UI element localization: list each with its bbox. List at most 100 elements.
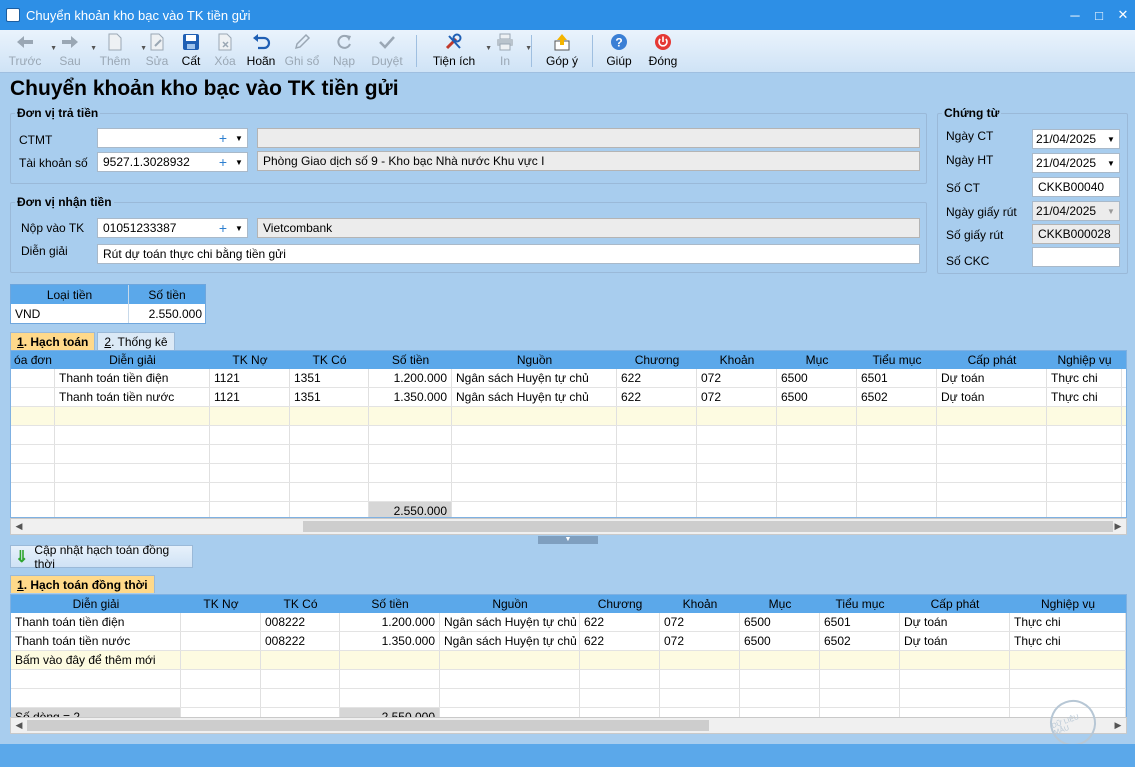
table-cell[interactable]: 6500 bbox=[777, 369, 857, 387]
table-cell[interactable] bbox=[617, 483, 697, 501]
table-cell[interactable]: 6500 bbox=[777, 388, 857, 406]
table-cell[interactable] bbox=[210, 445, 290, 463]
table-cell[interactable]: Thực chi bbox=[1010, 632, 1126, 650]
table-cell[interactable] bbox=[777, 483, 857, 501]
table-cell[interactable]: Thực chi bbox=[1010, 613, 1126, 631]
table-cell[interactable]: 1.200.000 bbox=[369, 369, 452, 387]
table-cell[interactable] bbox=[452, 445, 617, 463]
table-cell[interactable]: 072 bbox=[660, 613, 740, 631]
column-header[interactable]: Mục bbox=[777, 351, 857, 369]
table-cell[interactable] bbox=[290, 426, 369, 444]
scroll-thumb[interactable] bbox=[27, 720, 709, 731]
maximize-icon[interactable]: □ bbox=[1087, 5, 1111, 25]
tab-concurrent-accounting[interactable]: 1. Hạch toán đồng thời bbox=[10, 575, 155, 593]
column-header[interactable]: Cấp phát bbox=[937, 351, 1047, 369]
empty-row[interactable] bbox=[11, 689, 1126, 708]
table-cell[interactable] bbox=[261, 670, 340, 688]
chevron-down-icon[interactable]: ▼ bbox=[1103, 159, 1119, 168]
table-cell[interactable]: Thanh toán tiền điện bbox=[55, 369, 210, 387]
table-cell[interactable]: Dự toán bbox=[900, 632, 1010, 650]
table-cell[interactable] bbox=[617, 445, 697, 463]
table-cell[interactable] bbox=[181, 613, 261, 631]
table-cell[interactable]: Thực chi bbox=[1047, 388, 1122, 406]
new-row-cell[interactable] bbox=[1010, 651, 1126, 669]
minimize-icon[interactable]: ─ bbox=[1063, 5, 1087, 25]
table-cell[interactable] bbox=[937, 445, 1047, 463]
table-cell[interactable] bbox=[857, 464, 937, 482]
tab-statistics[interactable]: 2. Thống kê bbox=[97, 332, 175, 350]
column-header[interactable]: Nghiệp vụ bbox=[1047, 351, 1122, 369]
table-cell[interactable] bbox=[900, 670, 1010, 688]
table-cell[interactable]: 6501 bbox=[820, 613, 900, 631]
column-header[interactable]: Diễn giải bbox=[11, 595, 181, 613]
accounting-grid-scrollbar[interactable]: ◀ ▶ bbox=[10, 518, 1127, 535]
table-cell[interactable]: 1121 bbox=[210, 388, 290, 406]
scroll-thumb[interactable] bbox=[303, 521, 1113, 532]
empty-row[interactable] bbox=[11, 464, 1126, 483]
table-cell[interactable]: 6502 bbox=[857, 388, 937, 406]
table-cell[interactable] bbox=[937, 464, 1047, 482]
table-cell[interactable]: Thanh toán tiền nước bbox=[11, 632, 181, 650]
new-row-cell[interactable] bbox=[440, 651, 580, 669]
table-cell[interactable] bbox=[1047, 445, 1122, 463]
table-cell[interactable] bbox=[777, 445, 857, 463]
table-cell[interactable] bbox=[290, 464, 369, 482]
table-cell[interactable]: Ngân sách Huyện tự chủ bbox=[440, 632, 580, 650]
column-header[interactable]: Tiểu mục bbox=[820, 595, 900, 613]
table-cell[interactable]: Ngân sách Huyện tự chủ bbox=[452, 388, 617, 406]
table-cell[interactable] bbox=[777, 464, 857, 482]
table-cell[interactable] bbox=[369, 483, 452, 501]
add-icon[interactable]: + bbox=[215, 130, 231, 146]
table-cell[interactable] bbox=[11, 445, 55, 463]
table-cell[interactable] bbox=[11, 388, 55, 406]
post-date-picker[interactable]: 21/04/2025 ▼ bbox=[1032, 153, 1120, 173]
table-cell[interactable] bbox=[11, 689, 181, 707]
table-cell[interactable] bbox=[660, 689, 740, 707]
toolbar-button-printer[interactable]: In ▼ bbox=[485, 30, 532, 73]
column-header[interactable]: TK Nợ bbox=[210, 351, 290, 369]
new-row-cell[interactable] bbox=[580, 651, 660, 669]
table-cell[interactable]: 072 bbox=[660, 632, 740, 650]
table-cell[interactable]: 072 bbox=[697, 369, 777, 387]
table-cell[interactable]: Dự toán bbox=[900, 613, 1010, 631]
table-cell[interactable]: 1121 bbox=[210, 369, 290, 387]
table-cell[interactable]: 008222 bbox=[261, 632, 340, 650]
column-header[interactable]: Tiểu mục bbox=[857, 351, 937, 369]
toolbar-button-save[interactable]: Cất bbox=[174, 30, 208, 73]
table-cell[interactable] bbox=[440, 689, 580, 707]
column-header[interactable]: Cấp phát bbox=[900, 595, 1010, 613]
column-header[interactable]: TK Nợ bbox=[181, 595, 261, 613]
empty-row[interactable] bbox=[11, 483, 1126, 502]
table-cell[interactable] bbox=[55, 445, 210, 463]
chevron-down-icon[interactable]: ▼ bbox=[1103, 135, 1119, 144]
new-row-cell[interactable] bbox=[740, 651, 820, 669]
new-row[interactable]: Bấm vào đây để thêm mới bbox=[11, 651, 1126, 670]
new-row-cell[interactable] bbox=[777, 407, 857, 425]
toolbar-button-new-document[interactable]: Thêm ▼ bbox=[90, 30, 147, 73]
column-header[interactable]: TK Có bbox=[261, 595, 340, 613]
table-cell[interactable] bbox=[820, 689, 900, 707]
table-cell[interactable]: 1351 bbox=[290, 369, 369, 387]
chevron-down-icon[interactable]: ▼ bbox=[525, 45, 532, 52]
table-row[interactable]: Thanh toán tiền nước 008222 1.350.000 Ngân … bbox=[11, 632, 1126, 651]
column-header[interactable]: Nguồn bbox=[440, 595, 580, 613]
table-cell[interactable] bbox=[369, 464, 452, 482]
table-row[interactable]: Thanh toán tiền điện 008222 1.200.000 Ngân … bbox=[11, 613, 1126, 632]
table-cell[interactable]: 622 bbox=[580, 632, 660, 650]
table-cell[interactable] bbox=[1047, 483, 1122, 501]
table-cell[interactable] bbox=[697, 426, 777, 444]
column-header[interactable]: Mục bbox=[740, 595, 820, 613]
table-cell[interactable] bbox=[857, 445, 937, 463]
table-cell[interactable] bbox=[210, 426, 290, 444]
voucher-date-picker[interactable]: 21/04/2025 ▼ bbox=[1032, 129, 1120, 149]
table-cell[interactable]: 1351 bbox=[290, 388, 369, 406]
toolbar-button-delete-document[interactable]: Xóa bbox=[208, 30, 242, 73]
payee-account-combo[interactable]: 01051233387 + ▼ bbox=[97, 218, 248, 238]
new-row-cell[interactable] bbox=[55, 407, 210, 425]
toolbar-button-arrow-right[interactable]: Sau ▼ bbox=[50, 30, 97, 73]
table-cell[interactable]: Thanh toán tiền điện bbox=[11, 613, 181, 631]
tab-accounting[interactable]: 1. Hạch toán bbox=[10, 332, 96, 350]
table-cell[interactable]: 6500 bbox=[740, 613, 820, 631]
new-row-cell[interactable] bbox=[900, 651, 1010, 669]
table-row[interactable]: Thanh toán tiền điện 1121 1351 1.200.000 Ngâ… bbox=[11, 369, 1126, 388]
